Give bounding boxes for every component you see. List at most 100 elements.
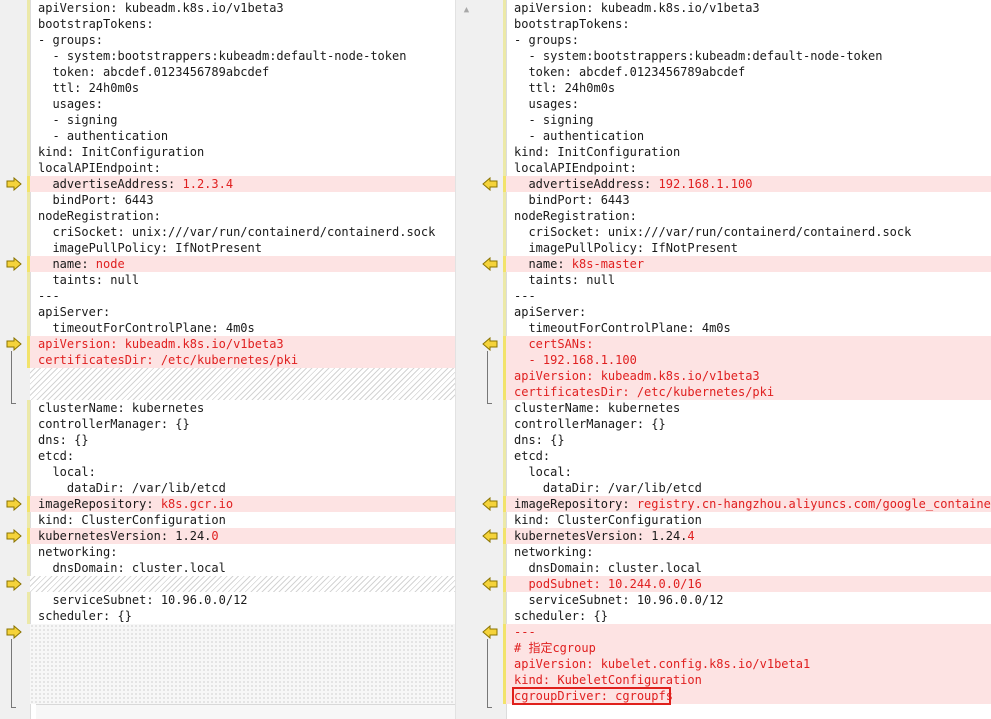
diff-line[interactable]: dnsDomain: cluster.local — [503, 560, 991, 576]
diff-line[interactable]: etcd: — [27, 448, 455, 464]
diff-line-changed[interactable]: apiVersion: kubelet.config.k8s.io/v1beta… — [503, 656, 991, 672]
diff-line-changed[interactable]: --- — [503, 624, 991, 640]
diff-line-changed[interactable]: name: node — [27, 256, 455, 272]
diff-line[interactable]: - authentication — [27, 128, 455, 144]
diff-line[interactable]: scheduler: {} — [503, 608, 991, 624]
diff-line[interactable]: dnsDomain: cluster.local — [27, 560, 455, 576]
diff-line[interactable]: taints: null — [27, 272, 455, 288]
diff-line[interactable]: - groups: — [503, 32, 991, 48]
diff-line-changed[interactable]: advertiseAddress: 192.168.1.100 — [503, 176, 991, 192]
diff-line[interactable]: networking: — [27, 544, 455, 560]
diff-line-changed[interactable]: kind: KubeletConfiguration — [503, 672, 991, 688]
diff-line[interactable]: ttl: 24h0m0s — [503, 80, 991, 96]
diff-line[interactable]: - signing — [27, 112, 455, 128]
diff-line[interactable]: scheduler: {} — [27, 608, 455, 624]
diff-line[interactable]: criSocket: unix:///var/run/containerd/co… — [503, 224, 991, 240]
diff-line[interactable]: - signing — [503, 112, 991, 128]
diff-line[interactable]: apiVersion: kubeadm.k8s.io/v1beta3 — [503, 0, 991, 16]
diff-line-changed[interactable]: cgroupDriver: cgroupfs — [503, 687, 991, 705]
diff-line[interactable]: serviceSubnet: 10.96.0.0/12 — [503, 592, 991, 608]
right-diff-pane[interactable]: apiVersion: kubeadm.k8s.io/v1beta3 bootst… — [476, 0, 991, 719]
diff-line-changed[interactable]: podSubnet: 10.244.0.0/16 — [503, 576, 991, 592]
diff-line[interactable]: taints: null — [503, 272, 991, 288]
diff-line[interactable]: - system:bootstrappers:kubeadm:default-n… — [503, 48, 991, 64]
diff-line[interactable]: dns: {} — [503, 432, 991, 448]
diff-line[interactable]: apiServer: — [503, 304, 991, 320]
right-arrow-icon[interactable] — [6, 177, 22, 191]
diff-line[interactable]: etcd: — [503, 448, 991, 464]
diff-line-changed[interactable]: apiVersion: kubeadm.k8s.io/v1beta3 — [27, 336, 455, 352]
diff-line[interactable]: clusterName: kubernetes — [27, 400, 455, 416]
left-arrow-icon[interactable] — [482, 497, 498, 511]
scroll-up-icon[interactable]: ▲ — [459, 2, 474, 17]
diff-line[interactable]: - groups: — [27, 32, 455, 48]
left-vertical-scrollbar[interactable]: ▲ — [455, 0, 477, 719]
diff-line[interactable]: timeoutForControlPlane: 4m0s — [503, 320, 991, 336]
left-arrow-icon[interactable] — [482, 529, 498, 543]
diff-line-changed[interactable]: certificatesDir: /etc/kubernetes/pki — [503, 384, 991, 400]
right-arrow-icon[interactable] — [6, 497, 22, 511]
right-arrow-icon[interactable] — [6, 337, 22, 351]
diff-line[interactable]: dns: {} — [27, 432, 455, 448]
diff-line-changed[interactable]: imageRepository: registry.cn-hangzhou.al… — [503, 496, 991, 512]
diff-line[interactable]: bindPort: 6443 — [503, 192, 991, 208]
diff-line[interactable]: ttl: 24h0m0s — [27, 80, 455, 96]
diff-line[interactable]: localAPIEndpoint: — [503, 160, 991, 176]
diff-line[interactable]: dataDir: /var/lib/etcd — [27, 480, 455, 496]
diff-line[interactable]: kind: InitConfiguration — [503, 144, 991, 160]
diff-line-changed[interactable]: - 192.168.1.100 — [503, 352, 991, 368]
diff-line[interactable]: token: abcdef.0123456789abcdef — [27, 64, 455, 80]
diff-line[interactable]: timeoutForControlPlane: 4m0s — [27, 320, 455, 336]
diff-line[interactable]: criSocket: unix:///var/run/containerd/co… — [27, 224, 455, 240]
line-text: controllerManager: {} — [38, 416, 190, 432]
diff-line[interactable]: localAPIEndpoint: — [27, 160, 455, 176]
diff-line-changed[interactable]: apiVersion: kubeadm.k8s.io/v1beta3 — [503, 368, 991, 384]
right-arrow-icon[interactable] — [6, 625, 22, 639]
diff-line[interactable]: apiVersion: kubeadm.k8s.io/v1beta3 — [27, 0, 455, 16]
diff-line[interactable]: imagePullPolicy: IfNotPresent — [503, 240, 991, 256]
left-horizontal-scrollbar[interactable] — [36, 704, 455, 719]
diff-line[interactable]: clusterName: kubernetes — [503, 400, 991, 416]
diff-line[interactable]: kind: InitConfiguration — [27, 144, 455, 160]
diff-line-changed[interactable]: # 指定cgroup — [503, 640, 991, 656]
diff-line[interactable]: nodeRegistration: — [503, 208, 991, 224]
left-arrow-icon[interactable] — [482, 337, 498, 351]
right-arrow-icon[interactable] — [6, 529, 22, 543]
diff-line[interactable]: dataDir: /var/lib/etcd — [503, 480, 991, 496]
diff-line[interactable]: controllerManager: {} — [503, 416, 991, 432]
diff-line[interactable]: kind: ClusterConfiguration — [503, 512, 991, 528]
diff-line[interactable]: controllerManager: {} — [27, 416, 455, 432]
diff-line-changed[interactable]: advertiseAddress: 1.2.3.4 — [27, 176, 455, 192]
diff-line[interactable]: nodeRegistration: — [27, 208, 455, 224]
diff-line[interactable]: local: — [27, 464, 455, 480]
diff-line[interactable]: usages: — [27, 96, 455, 112]
diff-line[interactable]: --- — [27, 288, 455, 304]
diff-line-changed[interactable]: kubernetesVersion: 1.24.4 — [503, 528, 991, 544]
diff-line-changed[interactable]: imageRepository: k8s.gcr.io — [27, 496, 455, 512]
diff-line[interactable]: kind: ClusterConfiguration — [27, 512, 455, 528]
diff-line[interactable]: --- — [503, 288, 991, 304]
diff-line[interactable]: - system:bootstrappers:kubeadm:default-n… — [27, 48, 455, 64]
diff-line[interactable]: networking: — [503, 544, 991, 560]
left-arrow-icon[interactable] — [482, 257, 498, 271]
diff-line-changed[interactable]: certificatesDir: /etc/kubernetes/pki — [27, 352, 455, 368]
diff-line[interactable]: bootstrapTokens: — [503, 16, 991, 32]
diff-line-changed[interactable]: certSANs: — [503, 336, 991, 352]
diff-line[interactable]: bindPort: 6443 — [27, 192, 455, 208]
right-arrow-icon[interactable] — [6, 257, 22, 271]
diff-line[interactable]: usages: — [503, 96, 991, 112]
left-diff-pane[interactable]: apiVersion: kubeadm.k8s.io/v1beta3 bootst… — [0, 0, 455, 719]
left-arrow-icon[interactable] — [482, 177, 498, 191]
diff-line[interactable]: local: — [503, 464, 991, 480]
diff-line[interactable]: token: abcdef.0123456789abcdef — [503, 64, 991, 80]
left-arrow-icon[interactable] — [482, 625, 498, 639]
diff-line[interactable]: serviceSubnet: 10.96.0.0/12 — [27, 592, 455, 608]
left-arrow-icon[interactable] — [482, 577, 498, 591]
diff-line[interactable]: imagePullPolicy: IfNotPresent — [27, 240, 455, 256]
diff-line-changed[interactable]: name: k8s-master — [503, 256, 991, 272]
diff-line[interactable]: - authentication — [503, 128, 991, 144]
diff-line[interactable]: bootstrapTokens: — [27, 16, 455, 32]
diff-line[interactable]: apiServer: — [27, 304, 455, 320]
right-arrow-icon[interactable] — [6, 577, 22, 591]
diff-line-changed[interactable]: kubernetesVersion: 1.24.0 — [27, 528, 455, 544]
